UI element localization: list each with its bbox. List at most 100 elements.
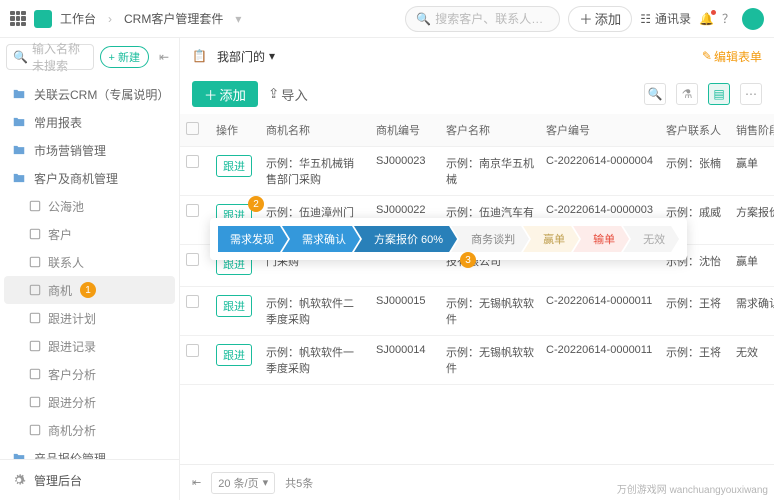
cell-code: SJ000023 xyxy=(370,147,440,196)
column-header[interactable]: 操作 xyxy=(210,114,260,147)
cell-name: 示例：华五机械销售部门采购 xyxy=(260,147,370,196)
chevron-down-icon: ▾ xyxy=(263,476,269,489)
filter-tool-icon[interactable]: ⚗ xyxy=(676,83,698,105)
contacts-button[interactable]: ☷通讯录 xyxy=(640,10,691,27)
cell-cust: 示例：无锡帆软软件 xyxy=(440,336,540,385)
sidebar-item[interactable]: 跟进记录 xyxy=(0,332,179,360)
cell-cust: 示例：南京华五机械 xyxy=(440,147,540,196)
cell-stage: 需求确认 xyxy=(730,287,774,336)
top-add-button[interactable]: ＋添加 xyxy=(568,6,632,32)
sidebar-item[interactable]: 联系人 xyxy=(0,248,179,276)
callout-badge-2: 2 xyxy=(248,196,264,212)
stage-chip[interactable]: 需求确认 xyxy=(282,226,360,252)
view-table-icon[interactable]: ▤ xyxy=(708,83,730,105)
sidebar-group[interactable]: 市场营销管理 xyxy=(0,136,179,164)
apps-grid-icon[interactable] xyxy=(10,11,26,27)
follow-up-button[interactable]: 跟进 xyxy=(216,344,252,366)
column-header[interactable]: 客户名称 xyxy=(440,114,540,147)
global-search-placeholder: 搜索客户、联系人… xyxy=(435,10,543,27)
chevron-down-icon: ▾ xyxy=(269,49,275,63)
cell-stage: 方案报价 xyxy=(730,196,774,245)
cell-contact: 示例：张楠 xyxy=(660,147,730,196)
sidebar-search-placeholder: 输入名称未搜索 xyxy=(32,40,87,74)
sidebar-item[interactable]: 跟进分析 xyxy=(0,388,179,416)
gear-icon xyxy=(12,473,26,487)
cell-code: SJ000015 xyxy=(370,287,440,336)
stage-chip[interactable]: 赢单 xyxy=(523,226,579,252)
user-avatar[interactable] xyxy=(742,8,764,30)
sidebar-group[interactable]: 产品报价管理 xyxy=(0,444,179,459)
column-header[interactable]: 商机名称 xyxy=(260,114,370,147)
cell-stage: 赢单 xyxy=(730,245,774,287)
stage-chip[interactable]: 无效 xyxy=(623,226,679,252)
global-search-input[interactable]: 🔍 搜索客户、联系人… xyxy=(405,6,560,32)
row-checkbox[interactable] xyxy=(186,344,199,357)
stage-chip[interactable]: 需求发现 xyxy=(218,226,288,252)
sidebar-admin[interactable]: 管理后台 xyxy=(0,466,179,494)
cell-custcode: C-20220614-0000011 xyxy=(540,287,660,336)
table-row[interactable]: 跟进示例：帆软软件二季度采购SJ000015示例：无锡帆软软件C-2022061… xyxy=(180,287,774,336)
collapse-sidebar-icon[interactable]: ⇤ xyxy=(155,50,173,64)
search-tool-icon[interactable]: 🔍 xyxy=(644,83,666,105)
breadcrumb-workspace[interactable]: 工作台 xyxy=(60,10,96,27)
settings-tool-icon[interactable]: ⋯ xyxy=(740,83,762,105)
notifications-icon[interactable]: 🔔 xyxy=(699,12,714,26)
sidebar-search-input[interactable]: 🔍 输入名称未搜索 xyxy=(6,44,94,70)
cell-name: 示例：帆软软件一季度采购 xyxy=(260,336,370,385)
table-row[interactable]: 跟进示例：华五机械销售部门采购SJ000023示例：南京华五机械C-202206… xyxy=(180,147,774,196)
pager-total: 共5条 xyxy=(285,475,313,491)
pager-prev-icon[interactable]: ⇤ xyxy=(192,476,201,489)
sidebar-item[interactable]: 公海池 xyxy=(0,192,179,220)
page-size-selector[interactable]: 20 条/页▾ xyxy=(211,472,275,494)
search-icon: 🔍 xyxy=(13,50,28,64)
table-row[interactable]: 跟进示例：帆软软件一季度采购SJ000014示例：无锡帆软软件C-2022061… xyxy=(180,336,774,385)
sidebar-group[interactable]: 客户及商机管理 xyxy=(0,164,179,192)
dept-selector[interactable]: 我部门的 ▾ xyxy=(217,48,275,65)
checkbox-all[interactable] xyxy=(186,122,199,135)
column-header[interactable]: 销售阶段 xyxy=(730,114,774,147)
import-button[interactable]: ⇪导入 xyxy=(268,85,308,104)
stage-chip[interactable]: 输单 xyxy=(573,226,629,252)
sidebar-new-button[interactable]: + 新建 xyxy=(100,46,149,68)
row-checkbox[interactable] xyxy=(186,204,199,217)
column-header[interactable]: 客户联系人 xyxy=(660,114,730,147)
stage-chip[interactable]: 商务谈判 xyxy=(451,226,529,252)
cell-name: 示例：帆软软件二季度采购 xyxy=(260,287,370,336)
sidebar-item[interactable]: 客户 xyxy=(0,220,179,248)
add-record-button[interactable]: ＋添加 xyxy=(192,81,258,107)
cell-cust: 示例：无锡帆软软件 xyxy=(440,287,540,336)
app-logo xyxy=(34,10,52,28)
sidebar-item[interactable]: 商机分析 xyxy=(0,416,179,444)
follow-up-button[interactable]: 跟进 xyxy=(216,295,252,317)
contacts-icon: ☷ xyxy=(640,12,651,26)
sidebar-group[interactable]: 关联云CRM（专属说明） xyxy=(0,80,179,108)
help-icon[interactable]: ？ xyxy=(722,10,734,27)
row-checkbox[interactable] xyxy=(186,155,199,168)
sidebar-item[interactable]: 客户分析 xyxy=(0,360,179,388)
cell-stage: 赢单 xyxy=(730,147,774,196)
sidebar-group[interactable]: 常用报表 xyxy=(0,108,179,136)
stage-progress-popover: 需求发现需求确认方案报价 60%商务谈判赢单输单无效 xyxy=(210,218,687,260)
callout-badge-1: 1 xyxy=(80,282,96,298)
stage-chip[interactable]: 方案报价 60% xyxy=(354,226,457,252)
pencil-icon: ✎ xyxy=(702,49,712,63)
follow-up-button[interactable]: 跟进 xyxy=(216,155,252,177)
callout-badge-3: 3 xyxy=(460,252,476,268)
column-header[interactable]: 商机编号 xyxy=(370,114,440,147)
sidebar-item[interactable]: 跟进计划 xyxy=(0,304,179,332)
chevron-right-icon: › xyxy=(108,12,112,26)
edit-form-button[interactable]: ✎ 编辑表单 xyxy=(702,48,762,65)
column-header[interactable]: 客户编号 xyxy=(540,114,660,147)
row-checkbox[interactable] xyxy=(186,295,199,308)
row-checkbox[interactable] xyxy=(186,253,199,266)
cell-code: SJ000014 xyxy=(370,336,440,385)
cell-stage: 无效 xyxy=(730,336,774,385)
dropdown-icon[interactable]: ▾ xyxy=(235,12,241,26)
column-header[interactable] xyxy=(180,114,210,147)
cell-contact: 示例：王将 xyxy=(660,336,730,385)
breadcrumb-suite[interactable]: CRM客户管理套件 xyxy=(124,10,223,27)
cell-custcode: C-20220614-0000011 xyxy=(540,336,660,385)
cell-contact: 示例：王将 xyxy=(660,287,730,336)
view-scope-icon: 📋 xyxy=(192,49,207,63)
sidebar-item[interactable]: 商机1 xyxy=(4,276,175,304)
